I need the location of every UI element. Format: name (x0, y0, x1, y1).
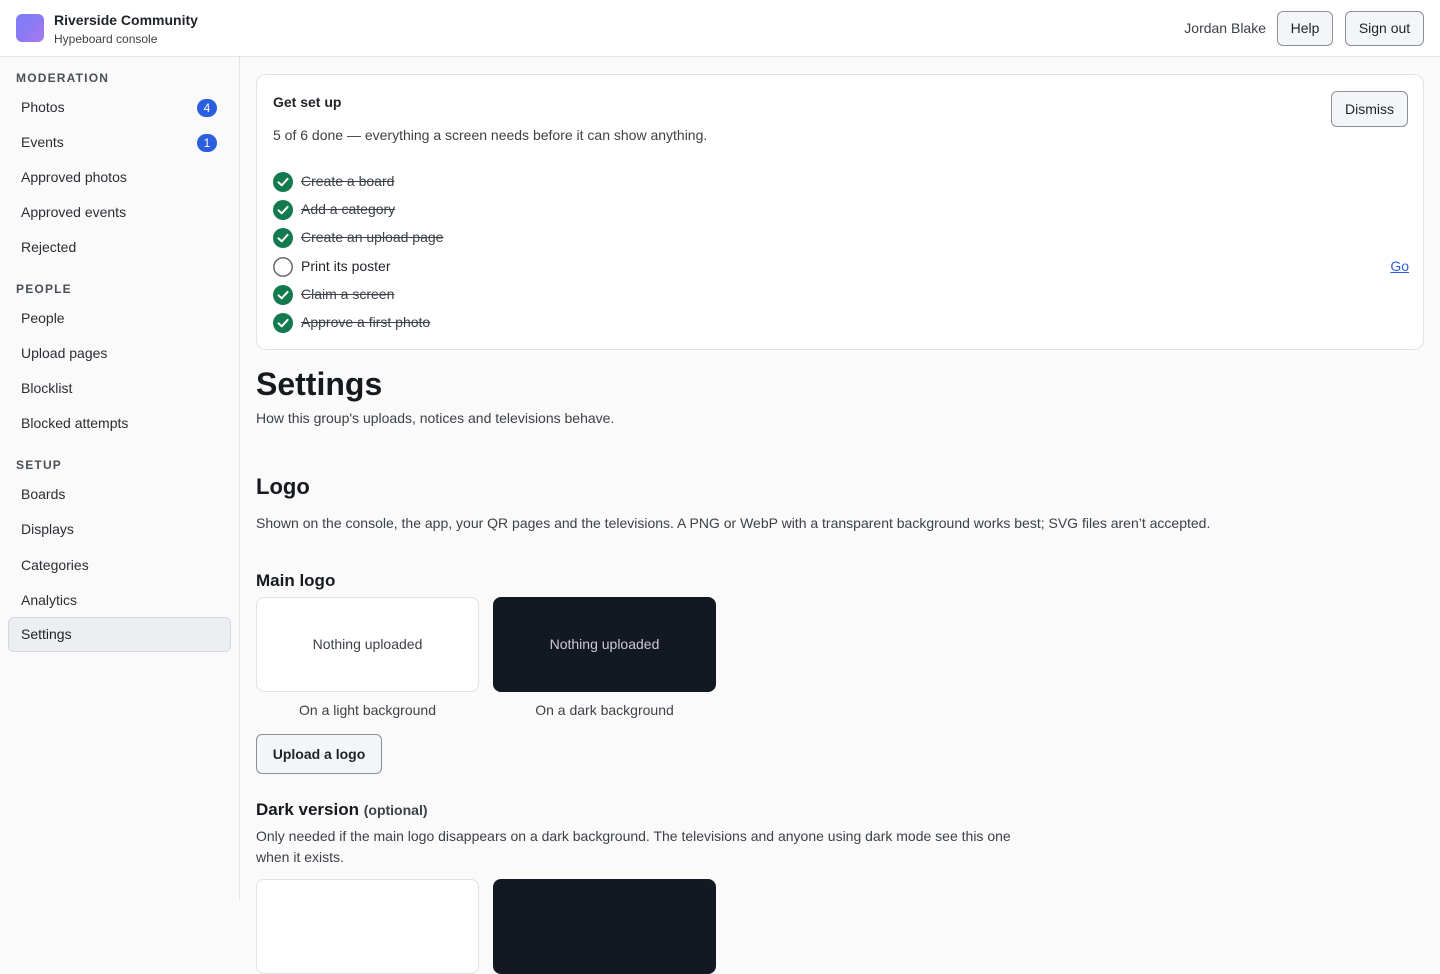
task-label: Approve a first photo (301, 314, 431, 330)
light-preview-text: Nothing uploaded (312, 636, 423, 652)
sidebar-item-label: Events (21, 134, 64, 150)
sidebar-section-people: PEOPLE (16, 282, 72, 296)
page-description: How this group's uploads, notices and te… (256, 410, 615, 426)
get-set-up-card: Get set up 5 of 6 done — everything a sc… (256, 74, 1424, 350)
sidebar-item-label: Categories (21, 557, 89, 573)
check-circle-icon (273, 228, 293, 248)
sidebar-item-blocked-attempts[interactable]: Blocked attempts (8, 406, 231, 441)
sign-out-button[interactable]: Sign out (1345, 11, 1424, 46)
user-name: Jordan Blake (1184, 20, 1266, 36)
sidebar-item-upload-pages[interactable]: Upload pages (8, 336, 231, 371)
task-create-board: Create a board (273, 171, 1409, 193)
dark-version-heading: Dark version (optional) (256, 800, 428, 820)
sidebar-item-label: Analytics (21, 592, 78, 608)
dark-version-description: Only needed if the main logo disappears … (256, 828, 1011, 865)
sidebar-section-moderation: MODERATION (16, 71, 110, 85)
task-label: Create a board (301, 173, 395, 189)
sidebar-item-label: Blocklist (21, 380, 73, 396)
top-bar: Riverside Community Hypeboard console Jo… (0, 0, 1440, 57)
check-circle-icon (273, 313, 293, 333)
sidebar-item-label: Blocked attempts (21, 415, 129, 431)
sidebar-item-boards[interactable]: Boards (8, 477, 231, 512)
sidebar-item-blocklist[interactable]: Blocklist (8, 371, 231, 406)
help-button[interactable]: Help (1277, 11, 1333, 46)
setup-progress-text: 5 of 6 done — everything a screen needs … (273, 127, 708, 143)
sidebar-item-label: People (21, 310, 65, 326)
dark-background-caption: On a dark background (535, 702, 674, 718)
sidebar-item-approved-events[interactable]: Approved events (8, 195, 231, 230)
sidebar-item-settings[interactable]: Settings (8, 617, 231, 652)
page-title: Settings (256, 366, 383, 402)
check-circle-icon (273, 172, 293, 192)
sidebar-item-label: Displays (21, 521, 74, 537)
sidebar-item-label: Approved photos (21, 169, 127, 185)
sidebar-item-label: Rejected (21, 239, 77, 255)
dark-preview-text: Nothing uploaded (549, 636, 660, 652)
events-count-badge: 1 (197, 134, 217, 152)
main-logo-heading: Main logo (256, 571, 336, 590)
check-circle-icon (273, 285, 293, 305)
sidebar-item-analytics[interactable]: Analytics (8, 583, 231, 618)
task-label: Add a category (301, 201, 396, 217)
console-subtitle: Hypeboard console (54, 32, 158, 46)
task-approve-first-photo: Approve a first photo (273, 312, 1409, 334)
main-logo-dark-preview: Nothing uploaded (493, 597, 716, 692)
sidebar-item-label: Settings (21, 626, 72, 642)
sidebar-item-label: Boards (21, 486, 66, 502)
light-background-caption: On a light background (299, 702, 436, 718)
dark-version-light-preview (256, 879, 479, 974)
task-print-poster: Print its poster Go (273, 256, 1409, 278)
sidebar-item-label: Upload pages (21, 345, 108, 361)
task-label: Claim a screen (301, 286, 395, 302)
sidebar-item-photos[interactable]: Photos 4 (8, 90, 231, 125)
sidebar-item-people[interactable]: People (8, 301, 231, 336)
org-name: Riverside Community (54, 12, 198, 28)
task-label: Print its poster (301, 258, 391, 274)
dismiss-button[interactable]: Dismiss (1331, 91, 1408, 127)
sidebar-item-approved-photos[interactable]: Approved photos (8, 160, 231, 195)
sidebar-item-events[interactable]: Events 1 (8, 125, 231, 160)
check-circle-icon (273, 200, 293, 220)
dark-version-title: Dark version (256, 800, 359, 819)
logo-section-description: Shown on the console, the app, your QR p… (256, 515, 1211, 531)
optional-tag: (optional) (363, 802, 428, 818)
main-logo-light-preview: Nothing uploaded (256, 597, 479, 692)
setup-card-title: Get set up (273, 94, 342, 110)
sidebar-item-label: Approved events (21, 204, 127, 220)
task-add-category: Add a category (273, 199, 1409, 221)
sidebar-item-rejected[interactable]: Rejected (8, 230, 231, 265)
sidebar-section-setup: SETUP (16, 458, 63, 472)
sidebar-item-displays[interactable]: Displays (8, 512, 231, 547)
task-claim-screen: Claim a screen (273, 284, 1409, 306)
task-label: Create an upload page (301, 229, 444, 245)
sidebar: MODERATION Photos 4 Events 1 Approved ph… (0, 57, 240, 900)
go-link[interactable]: Go (1390, 258, 1409, 274)
sidebar-item-label: Photos (21, 99, 65, 115)
task-create-upload-page: Create an upload page (273, 227, 1409, 249)
dark-version-dark-preview (493, 879, 716, 974)
photos-count-badge: 4 (197, 99, 217, 117)
upload-logo-button[interactable]: Upload a logo (256, 734, 382, 774)
empty-circle-icon (273, 257, 293, 277)
sidebar-item-categories[interactable]: Categories (8, 548, 231, 583)
logo-section-heading: Logo (256, 474, 310, 499)
brand-logo (16, 14, 44, 42)
